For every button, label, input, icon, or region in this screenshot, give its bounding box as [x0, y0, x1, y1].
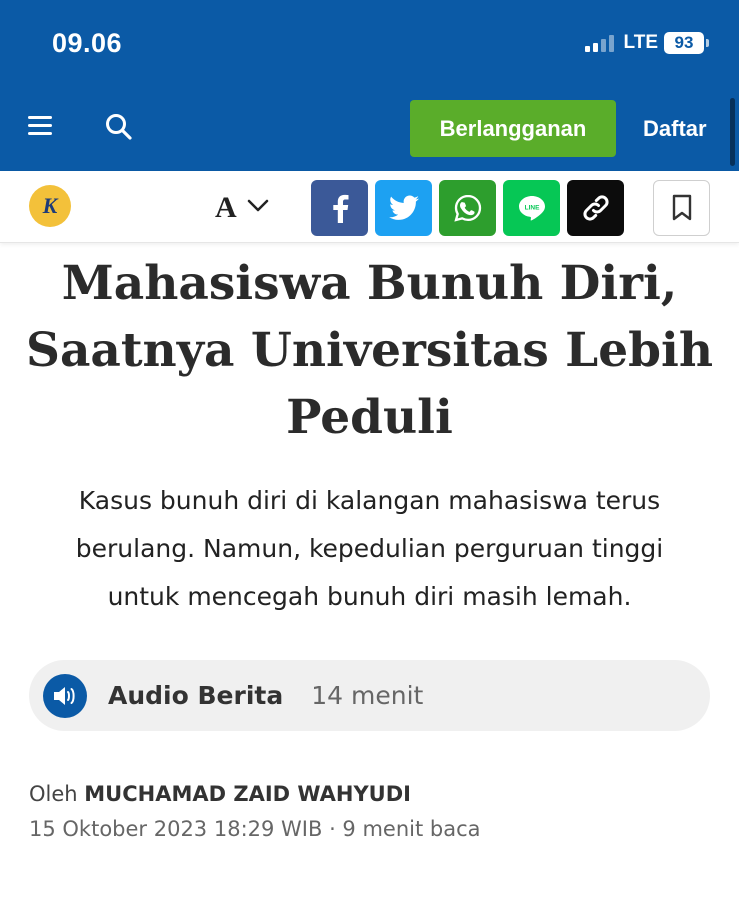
- scroll-indicator: [730, 98, 735, 166]
- battery-icon: 93: [664, 32, 709, 54]
- kompas-logo[interactable]: K: [29, 185, 71, 227]
- audio-label: Audio Berita: [108, 681, 284, 710]
- status-indicators: LTE 93: [584, 32, 709, 54]
- bookmark-button[interactable]: [653, 180, 710, 236]
- share-twitter-button[interactable]: [375, 180, 432, 236]
- facebook-icon: [332, 194, 348, 223]
- article-meta: 15 Oktober 2023 18:29 WIB · 9 menit baca: [29, 817, 481, 841]
- author-name[interactable]: MUCHAMAD ZAID WAHYUDI: [84, 782, 411, 806]
- signal-icon: [584, 34, 614, 52]
- bookmark-icon: [672, 194, 691, 221]
- whatsapp-icon: [453, 194, 481, 222]
- battery-level: 93: [664, 32, 704, 54]
- menu-icon[interactable]: [28, 116, 52, 136]
- link-icon: [582, 195, 609, 221]
- network-type: LTE: [623, 32, 658, 53]
- speaker-icon[interactable]: [43, 673, 87, 718]
- status-time: 09.06: [52, 28, 123, 58]
- article-title: Mahasiswa Bunuh Diri, Saatnya Universita…: [26, 256, 713, 445]
- byline-prefix: Oleh: [29, 782, 78, 806]
- font-size-selector[interactable]: A: [215, 191, 269, 225]
- twitter-icon: [388, 195, 419, 220]
- chevron-down-icon: [247, 199, 269, 218]
- audio-player[interactable]: Audio Berita 14 menit: [29, 660, 710, 731]
- share-facebook-button[interactable]: [311, 180, 368, 236]
- font-size-letter: A: [215, 191, 237, 224]
- share-line-button[interactable]: LINE: [503, 180, 560, 236]
- share-whatsapp-button[interactable]: [439, 180, 496, 236]
- line-icon: LINE: [518, 196, 545, 221]
- subscribe-button[interactable]: Berlangganan: [410, 100, 616, 157]
- copy-link-button[interactable]: [567, 180, 624, 236]
- register-link[interactable]: Daftar: [643, 116, 707, 142]
- top-header: 09.06 LTE 93 Berlangganan Daftar: [0, 0, 739, 171]
- article-subtitle: Kasus bunuh diri di kalangan mahasiswa t…: [75, 486, 664, 611]
- share-toolbar: K A LINE: [0, 171, 739, 243]
- byline: Oleh MUCHAMAD ZAID WAHYUDI: [29, 782, 411, 806]
- svg-text:LINE: LINE: [524, 205, 539, 212]
- search-icon[interactable]: [104, 112, 134, 142]
- audio-duration: 14 menit: [311, 681, 424, 710]
